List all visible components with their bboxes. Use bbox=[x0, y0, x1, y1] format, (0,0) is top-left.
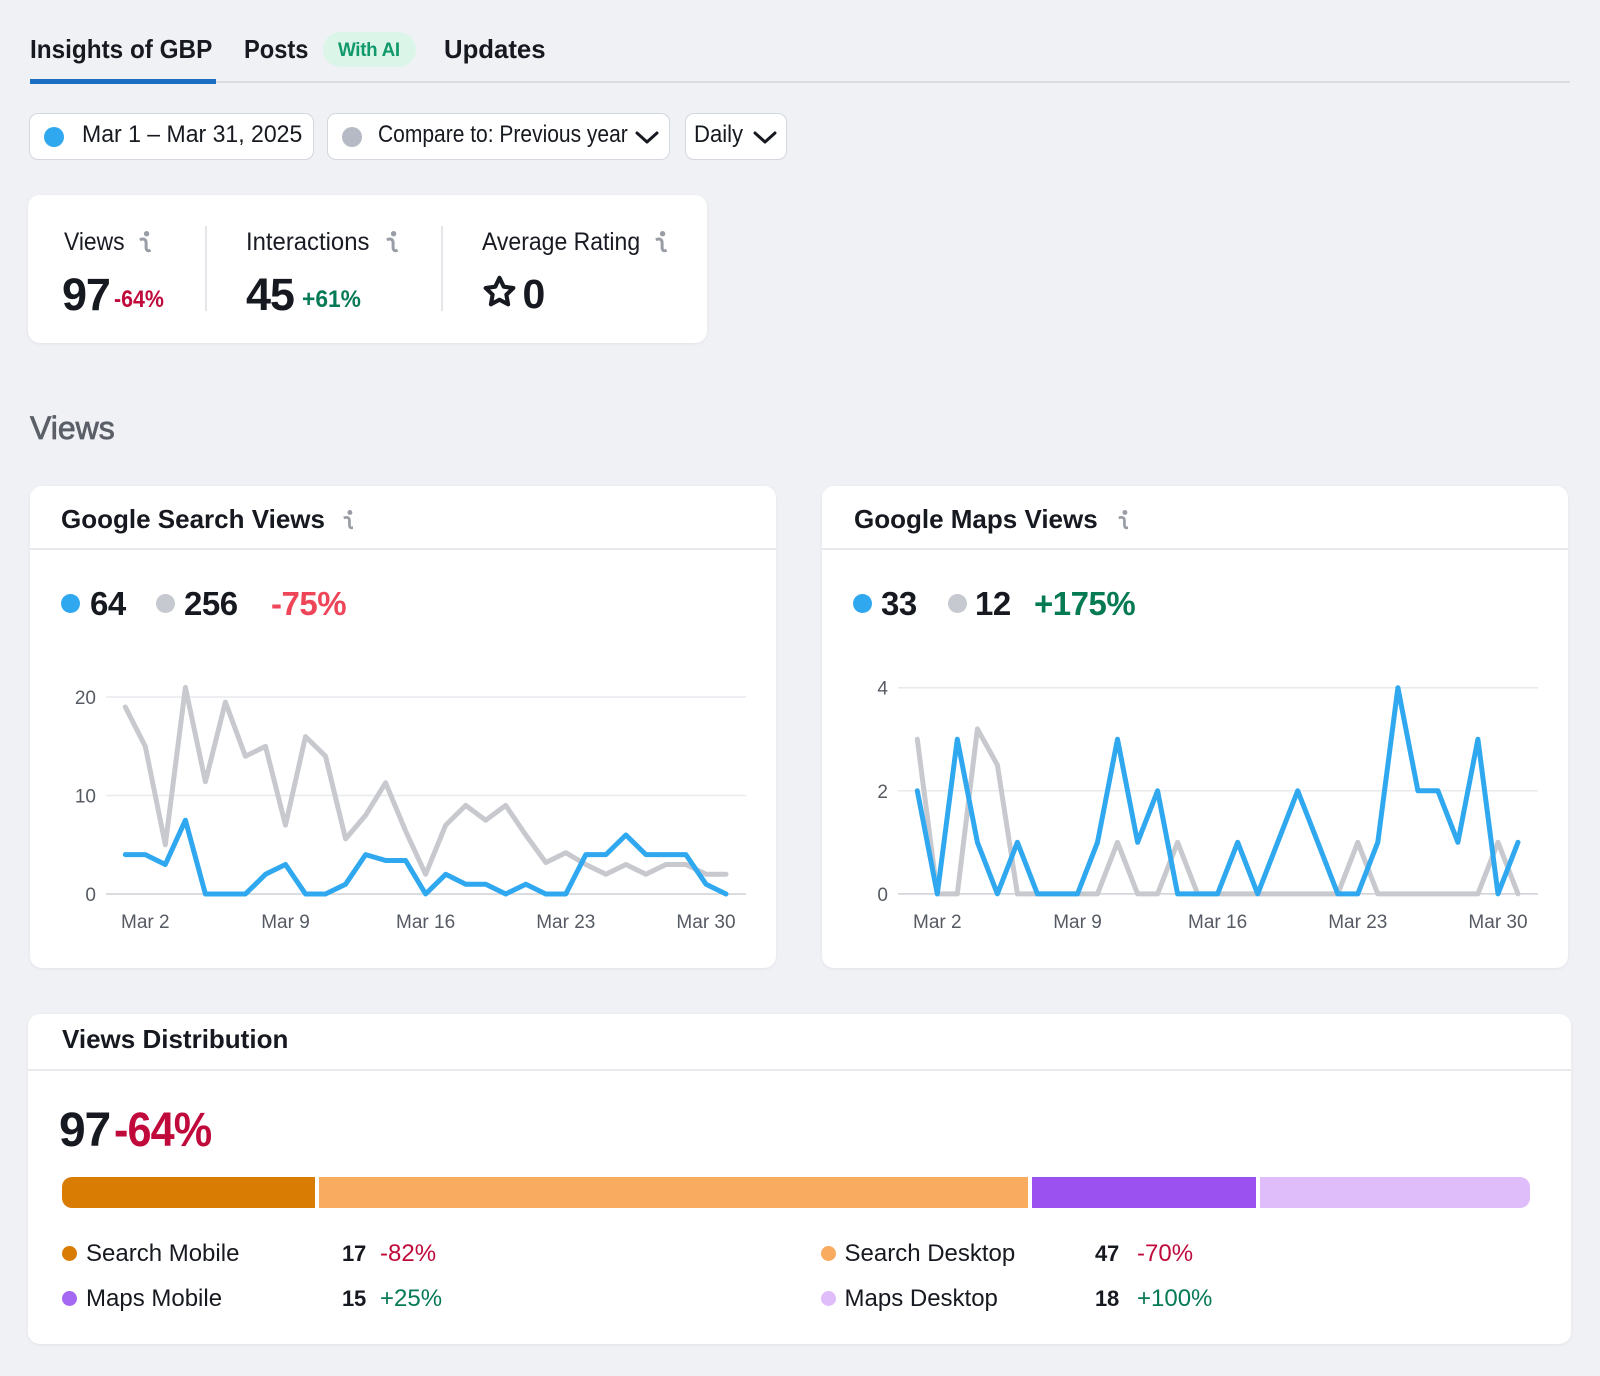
svg-text:Mar 30: Mar 30 bbox=[1468, 912, 1527, 933]
svg-text:Mar 2: Mar 2 bbox=[913, 912, 962, 933]
svg-text:Mar 9: Mar 9 bbox=[261, 912, 310, 933]
svg-text:Mar 2: Mar 2 bbox=[121, 912, 170, 933]
svg-text:Mar 23: Mar 23 bbox=[1328, 912, 1387, 933]
svg-text:Mar 23: Mar 23 bbox=[536, 912, 595, 933]
svg-text:4: 4 bbox=[877, 679, 888, 700]
svg-text:Mar 30: Mar 30 bbox=[676, 912, 735, 933]
svg-text:Mar 9: Mar 9 bbox=[1053, 912, 1102, 933]
svg-text:Mar 16: Mar 16 bbox=[396, 912, 455, 933]
svg-text:2: 2 bbox=[877, 782, 888, 803]
svg-text:Mar 16: Mar 16 bbox=[1188, 912, 1247, 933]
svg-text:0: 0 bbox=[85, 885, 96, 906]
svg-text:0: 0 bbox=[877, 885, 888, 906]
svg-text:20: 20 bbox=[75, 688, 96, 709]
svg-text:10: 10 bbox=[75, 787, 96, 808]
